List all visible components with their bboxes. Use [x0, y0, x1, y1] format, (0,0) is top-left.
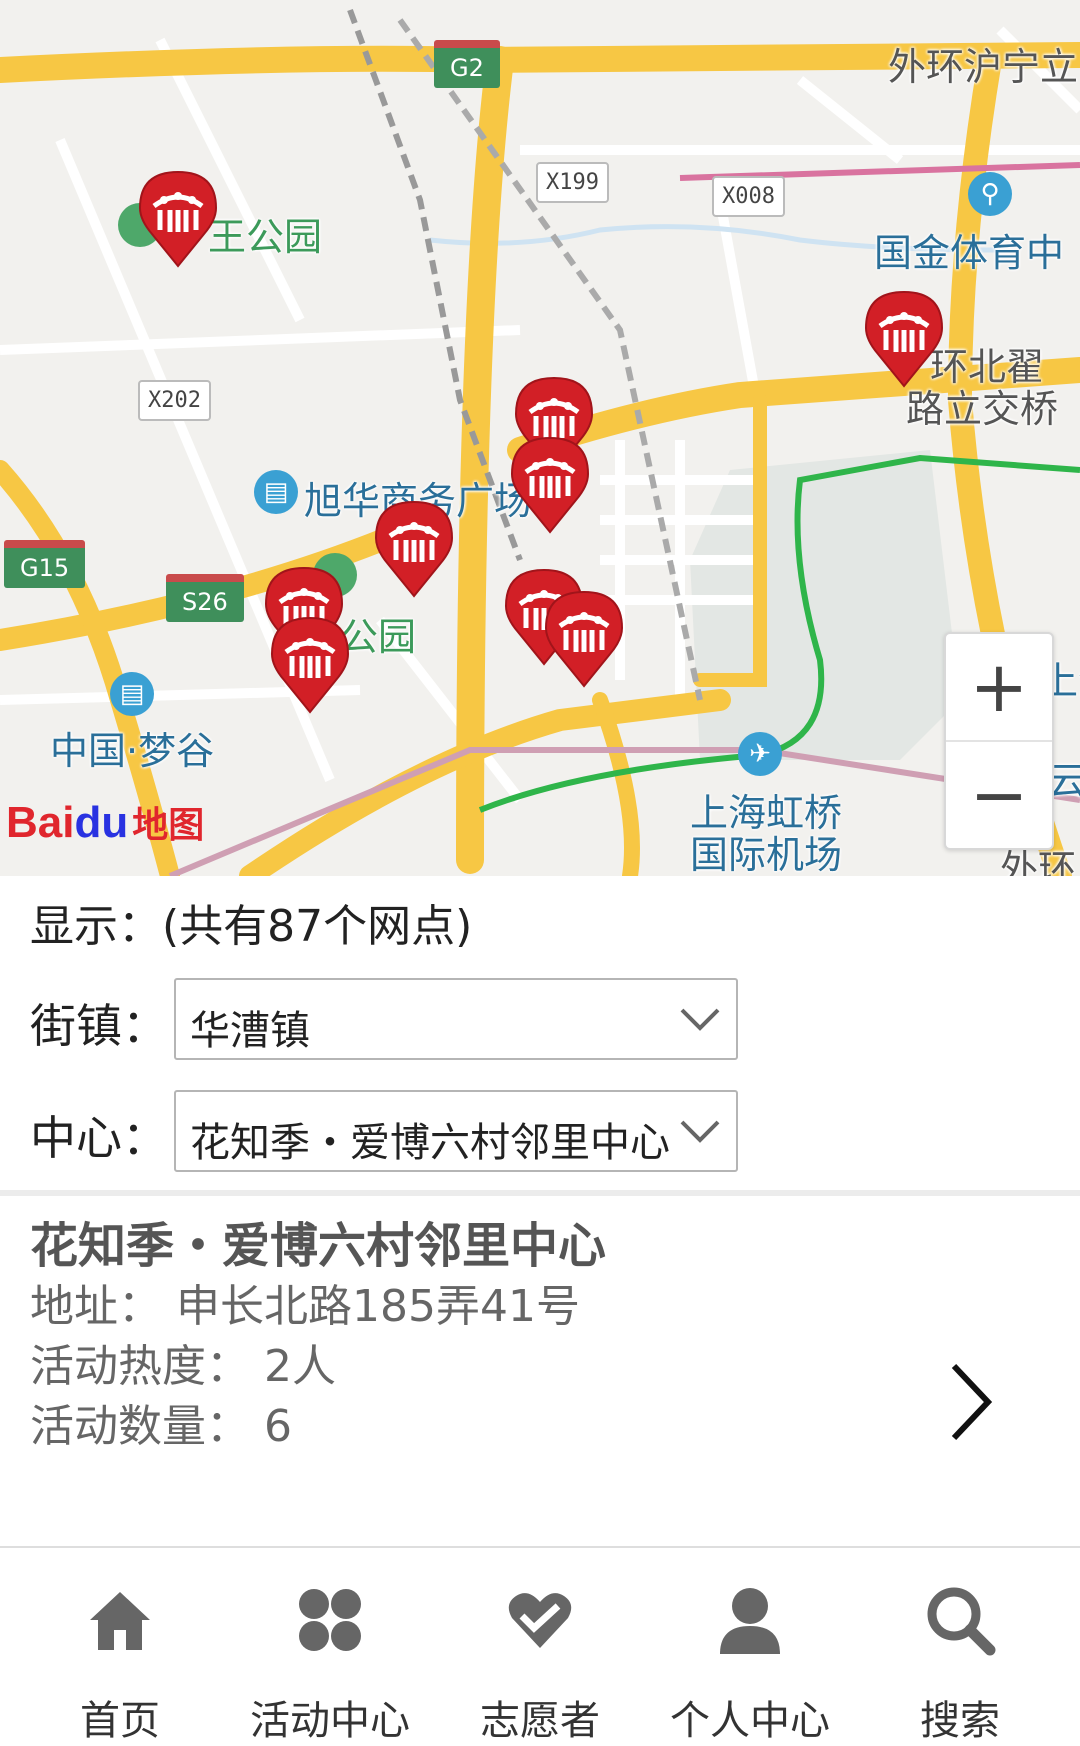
tab-activity-center[interactable]: 活动中心	[222, 1548, 438, 1744]
tab-home[interactable]: 首页	[12, 1548, 228, 1744]
center-heat: 活动热度： 2人	[30, 1341, 336, 1392]
street-select-value: 华漕镇	[190, 1008, 310, 1054]
street-label: 街镇：	[30, 999, 168, 1053]
home-icon	[90, 1592, 150, 1650]
tab-label: 首页	[80, 1698, 160, 1744]
community-marker-icon[interactable]	[510, 436, 590, 534]
chevron-down-icon	[680, 1120, 720, 1143]
center-activity-count: 活动数量： 6	[30, 1401, 292, 1452]
tab-search[interactable]: 搜索	[852, 1548, 1068, 1744]
road-tag-x008: X008	[712, 176, 785, 217]
user-icon	[720, 1588, 780, 1654]
volunteer-heart-icon	[508, 1593, 572, 1648]
search-icon	[927, 1587, 996, 1656]
bottom-tab-bar: 首页 活动中心 志愿者 个人中心 搜索	[0, 1546, 1080, 1744]
chevron-right-icon[interactable]	[946, 1360, 996, 1444]
zoom-control: + −	[944, 632, 1054, 850]
road-tag-x199: X199	[536, 162, 609, 203]
center-address: 地址： 申长北路185弄41号	[30, 1281, 580, 1332]
map-label-sports-center: 国金体育中	[874, 231, 1065, 275]
community-marker-icon[interactable]	[374, 500, 454, 598]
road-shield-g2: G2	[434, 40, 500, 88]
airport-icon: ✈	[738, 732, 782, 776]
map-view[interactable]: G2 X199 X008 X202 G15 S26 ⚲ ▤ ▤ ✈ 王公园 外环…	[0, 0, 1080, 876]
community-marker-icon[interactable]	[544, 590, 624, 688]
road-shield-g15: G15	[4, 540, 86, 588]
map-label-outer-ring: 外环沪宁立	[888, 45, 1079, 89]
tab-label: 志愿者	[480, 1698, 600, 1744]
tab-label: 搜索	[920, 1698, 1000, 1744]
zoom-in-button[interactable]: +	[946, 634, 1052, 742]
community-marker-icon[interactable]	[864, 290, 944, 388]
street-select[interactable]: 华漕镇	[174, 978, 738, 1060]
tab-label: 个人中心	[670, 1698, 830, 1744]
center-label: 中心：	[30, 1111, 168, 1165]
zoom-out-button[interactable]: −	[946, 742, 1052, 848]
road-tag-x202: X202	[138, 380, 211, 421]
center-select-value: 花知季・爱博六村邻里中心	[190, 1120, 670, 1166]
community-marker-icon[interactable]	[270, 616, 350, 714]
building-icon: ▤	[110, 672, 154, 716]
center-detail-card[interactable]: 花知季・爱博六村邻里中心 地址： 申长北路185弄41号 活动热度： 2人 活动…	[0, 1196, 1080, 1536]
center-name: 花知季・爱博六村邻里中心	[30, 1218, 607, 1274]
tab-volunteer[interactable]: 志愿者	[432, 1548, 648, 1744]
chevron-down-icon	[680, 1008, 720, 1031]
sports-venue-icon: ⚲	[968, 172, 1012, 216]
baidu-map-logo: Baidu 地图	[6, 798, 205, 847]
map-label-airport-2: 国际机场	[690, 833, 843, 876]
tab-personal-center[interactable]: 个人中心	[642, 1548, 858, 1744]
road-shield-s26: S26	[166, 574, 244, 622]
map-label-park: 王公园	[208, 215, 323, 259]
map-label-dream-valley: 中国·梦谷	[50, 729, 215, 773]
community-marker-icon[interactable]	[138, 170, 218, 268]
tab-label: 活动中心	[250, 1698, 410, 1744]
building-icon: ▤	[254, 470, 298, 514]
map-label-park-mid: 公园	[340, 615, 417, 659]
center-select[interactable]: 花知季・爱博六村邻里中心	[174, 1090, 738, 1172]
network-count-text: 显示：(共有87个网点)	[30, 901, 473, 952]
activity-grid-icon	[299, 1589, 361, 1651]
